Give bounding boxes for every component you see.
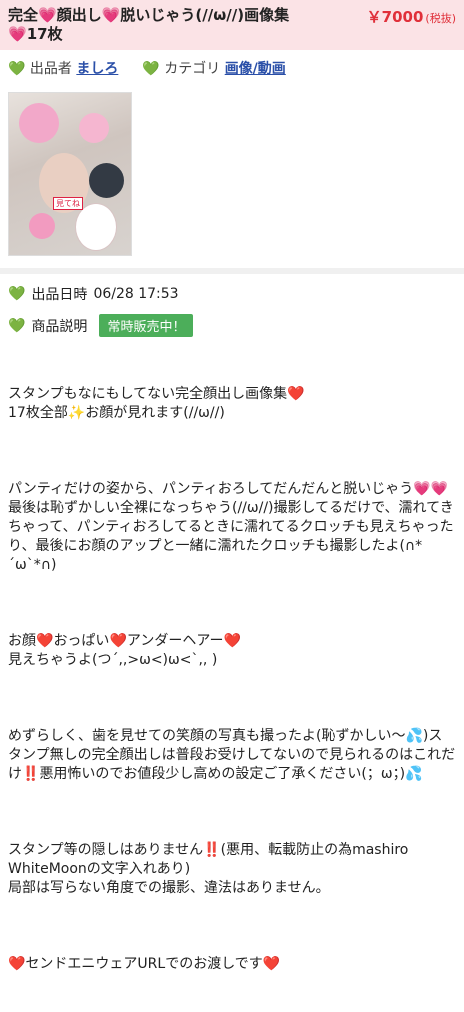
date-row: 💚 出品日時 06/28 17:53: [8, 284, 456, 304]
pink-heart-icon: 💗💗: [413, 481, 449, 497]
meta-row: 💚 出品者 ましろ 💚 カテゴリ 画像/動画: [0, 50, 464, 86]
tax-label: (税抜): [425, 12, 456, 25]
red-heart-icon: ❤️: [109, 633, 127, 649]
title-text: 脱いじゃう(//ω//)画像集: [120, 6, 290, 24]
price: ￥7000 (税抜): [367, 6, 456, 27]
description-header: 💚 商品説明 常時販売中！: [8, 314, 456, 337]
green-heart-icon: 💚: [8, 286, 26, 302]
desc-text: お顔: [8, 633, 36, 649]
desc-paragraph: スタンプもなにもしてない完全顔出し画像集❤️ 17枚全部✨お顔が見れます(//ω/…: [8, 385, 456, 423]
pink-heart-icon: 💗: [38, 6, 57, 24]
red-heart-icon: ❤️: [223, 633, 241, 649]
red-heart-icon: ❤️: [36, 633, 54, 649]
green-heart-icon: 💚: [142, 61, 160, 77]
pink-heart-icon: 💗: [101, 6, 121, 24]
desc-paragraph: お顔❤️おっぱい❤️アンダーヘアー❤️ 見えちゃうよ(つ´,,>ω<)ω<`,, …: [8, 632, 456, 670]
desc-text: 見えちゃうよ(つ´,,>ω<)ω<`,, ): [8, 652, 218, 668]
description-body: スタンプもなにもしてない完全顔出し画像集❤️ 17枚全部✨お顔が見れます(//ω/…: [0, 347, 464, 1012]
price-value: ￥7000: [366, 8, 424, 26]
sweat-drops-icon: 💦: [405, 766, 423, 782]
desc-text: お顔が見れます(//ω//): [85, 405, 225, 421]
seller-field: 💚 出品者 ましろ: [8, 58, 118, 78]
title-text: 顔出し: [56, 6, 102, 24]
desc-text: アンダーヘアー: [126, 633, 224, 649]
sparkles-icon: ✨: [67, 405, 86, 421]
description-label: 商品説明: [31, 318, 88, 335]
red-heart-icon: ❤️: [262, 956, 281, 972]
status-badge: 常時販売中！: [99, 314, 194, 337]
green-heart-icon: 💚: [8, 317, 26, 334]
double-exclamation-icon: ‼️: [22, 766, 40, 782]
desc-text: 最後は恥ずかしい全裸になっちゃう(//ω//)撮影してるだけで、濡れてきちゃって…: [8, 500, 454, 573]
double-exclamation-icon: ‼️: [203, 842, 221, 858]
desc-text: 悪用怖いのでお値段少し高めの設定ご了承ください(；ω；): [39, 766, 406, 782]
category-field: 💚 カテゴリ 画像/動画: [142, 58, 285, 78]
product-header: 完全💗顔出し💗脱いじゃう(//ω//)画像集 💗17枚 ￥7000 (税抜): [0, 0, 464, 50]
desc-paragraph: パンティだけの姿から、パンティおろしてだんだんと脱いじゃう💗💗 最後は恥ずかしい全…: [8, 480, 456, 575]
red-heart-icon: ❤️: [8, 956, 26, 972]
seller-label: 出品者: [29, 61, 72, 77]
desc-paragraph: スタンプ等の隠しはありません‼️(悪用、転載防止の為mashiro WhiteM…: [8, 841, 456, 898]
desc-text: 局部は写らない角度での撮影、違法はありません。: [8, 880, 330, 896]
desc-text: 17枚全部: [8, 405, 68, 421]
sweat-drops-icon: 💦: [405, 728, 423, 744]
title-text: 17枚: [26, 25, 63, 43]
pink-heart-icon: 💗: [8, 25, 27, 43]
product-info: 💚 出品日時 06/28 17:53 💚 商品説明 常時販売中！: [0, 274, 464, 337]
desc-text: スタンプ等の隠しはありません: [8, 842, 204, 858]
date-value: 06/28 17:53: [93, 286, 179, 302]
category-link[interactable]: 画像/動画: [225, 61, 286, 77]
red-heart-icon: ❤️: [287, 386, 305, 402]
date-label: 出品日時: [31, 287, 88, 303]
product-title: 完全💗顔出し💗脱いじゃう(//ω//)画像集 💗17枚: [8, 6, 348, 44]
green-heart-icon: 💚: [8, 61, 26, 77]
desc-text: おっぱい: [53, 633, 110, 649]
desc-text: パンティだけの姿から、パンティおろしてだんだんと脱いじゃう: [8, 481, 414, 497]
seller-link[interactable]: ましろ: [76, 61, 118, 77]
desc-text: センドエニウェアURLでのお渡しです: [25, 956, 263, 972]
category-label: カテゴリ: [164, 61, 221, 77]
product-thumbnail[interactable]: 見てね: [8, 92, 132, 256]
thumbnail-area: 見てね: [0, 86, 464, 264]
desc-paragraph: めずらしく、歯を見せての笑顔の写真も撮ったよ(恥ずかしい〜💦)スタンプ無しの完全…: [8, 727, 456, 784]
sticker-label: 見てね: [53, 197, 83, 210]
desc-text: スタンプもなにもしてない完全顔出し画像集: [8, 386, 288, 402]
desc-paragraph: ❤️センドエニウェアURLでのお渡しです❤️: [8, 955, 456, 974]
desc-text: めずらしく、歯を見せての笑顔の写真も撮ったよ(恥ずかしい〜: [8, 728, 406, 744]
title-text: 完全: [8, 6, 39, 24]
